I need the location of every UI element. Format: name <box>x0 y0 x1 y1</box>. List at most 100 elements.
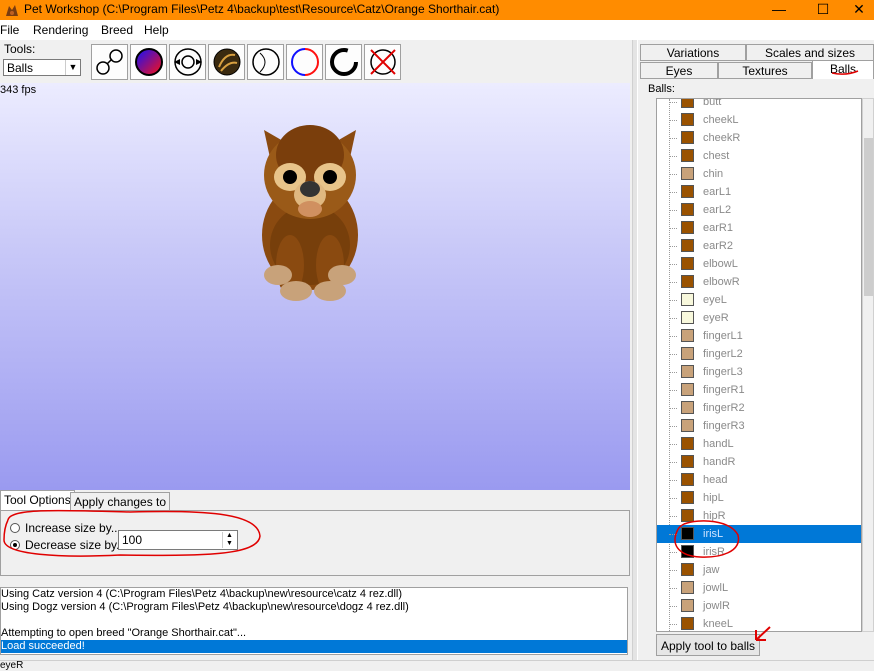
tab-variations[interactable]: Variations <box>640 44 746 61</box>
ball-color-swatch[interactable] <box>681 437 694 450</box>
ball-name-label: fingerL1 <box>703 330 743 342</box>
ball-list-item[interactable]: eyeR <box>657 309 861 327</box>
ball-list-item[interactable]: fingerL1 <box>657 327 861 345</box>
outline-tool-button[interactable] <box>247 44 284 80</box>
ball-color-swatch[interactable] <box>681 473 694 486</box>
menu-file[interactable]: File <box>0 23 19 37</box>
ball-list-item[interactable]: kneeL <box>657 615 861 631</box>
ball-list-item[interactable]: eyeL <box>657 291 861 309</box>
ball-list-item[interactable]: irisL <box>657 525 861 543</box>
ball-color-swatch[interactable] <box>681 581 694 594</box>
ball-color-swatch[interactable] <box>681 293 694 306</box>
tab-scales-and-sizes[interactable]: Scales and sizes <box>746 44 874 61</box>
ball-color-swatch[interactable] <box>681 383 694 396</box>
ball-list-item[interactable]: cheekL <box>657 111 861 129</box>
tab-eyes[interactable]: Eyes <box>640 62 718 79</box>
ball-color-swatch[interactable] <box>681 99 694 108</box>
ball-color-swatch[interactable] <box>681 365 694 378</box>
ball-color-swatch[interactable] <box>681 275 694 288</box>
ball-color-swatch[interactable] <box>681 329 694 342</box>
ball-color-swatch[interactable] <box>681 401 694 414</box>
ball-list-item[interactable]: jowlL <box>657 579 861 597</box>
ball-color-swatch[interactable] <box>681 257 694 270</box>
ball-list-item[interactable]: butt <box>657 99 861 111</box>
move-tool-button[interactable] <box>169 44 206 80</box>
color-tool-button[interactable] <box>130 44 167 80</box>
ball-list-item[interactable]: earL1 <box>657 183 861 201</box>
ball-list-item[interactable]: handR <box>657 453 861 471</box>
decrease-size-radio[interactable] <box>10 540 20 550</box>
ball-color-swatch[interactable] <box>681 599 694 612</box>
texture-tool-button[interactable] <box>208 44 245 80</box>
ball-list-item[interactable]: jaw <box>657 561 861 579</box>
ball-list-item[interactable]: fingerL2 <box>657 345 861 363</box>
connect-tool-button[interactable] <box>91 44 128 80</box>
menu-help[interactable]: Help <box>144 23 169 37</box>
chevron-down-icon[interactable]: ▼ <box>65 60 80 75</box>
balls-list[interactable]: butt cheekL cheekR chest chin earL1 earL2 earR1… <box>656 98 862 632</box>
menu-breed[interactable]: Breed <box>101 23 133 37</box>
size-amount-input[interactable]: 100 ▲ ▼ <box>118 530 238 550</box>
menu-rendering[interactable]: Rendering <box>33 23 88 37</box>
ball-list-item[interactable]: chin <box>657 165 861 183</box>
panel-splitter[interactable] <box>632 40 638 660</box>
ball-color-swatch[interactable] <box>681 419 694 432</box>
ball-color-swatch[interactable] <box>681 527 694 540</box>
ball-list-item[interactable]: hipR <box>657 507 861 525</box>
ball-list-item[interactable]: fingerR3 <box>657 417 861 435</box>
ball-color-swatch[interactable] <box>681 563 694 576</box>
ball-list-item[interactable]: jowlR <box>657 597 861 615</box>
ball-list-item[interactable]: hipL <box>657 489 861 507</box>
ball-list-item[interactable]: fingerR2 <box>657 399 861 417</box>
tab-balls[interactable]: Balls <box>812 60 874 79</box>
ball-color-swatch[interactable] <box>681 347 694 360</box>
ball-color-swatch[interactable] <box>681 491 694 504</box>
delete-tool-button[interactable] <box>364 44 401 80</box>
ball-list-item[interactable]: elbowR <box>657 273 861 291</box>
ball-color-swatch[interactable] <box>681 221 694 234</box>
ball-list-item[interactable]: fingerL3 <box>657 363 861 381</box>
ball-color-swatch[interactable] <box>681 167 694 180</box>
ball-color-swatch[interactable] <box>681 545 694 558</box>
maximize-button[interactable]: ☐ <box>806 0 840 20</box>
tool-select[interactable]: Balls ▼ <box>3 59 81 76</box>
ball-color-swatch[interactable] <box>681 455 694 468</box>
ball-list-item[interactable]: earL2 <box>657 201 861 219</box>
ball-name-label: handL <box>703 438 734 450</box>
ball-list-item[interactable]: earR1 <box>657 219 861 237</box>
ball-list-item[interactable]: elbowL <box>657 255 861 273</box>
ball-name-label: chin <box>703 168 724 180</box>
ball-list-item[interactable]: cheekR <box>657 129 861 147</box>
ball-list-item[interactable]: handL <box>657 435 861 453</box>
balls-scroll-thumb[interactable] <box>864 138 873 296</box>
ball-color-swatch[interactable] <box>681 311 694 324</box>
ball-list-item[interactable]: fingerR1 <box>657 381 861 399</box>
tab-textures[interactable]: Textures <box>718 62 812 79</box>
tab-tool-options[interactable]: Tool Options <box>0 490 75 511</box>
ball-color-swatch[interactable] <box>681 149 694 162</box>
circle-tool-button[interactable] <box>286 44 323 80</box>
tree-branch-line <box>669 354 677 355</box>
apply-tool-to-balls-button[interactable]: Apply tool to balls <box>656 634 760 656</box>
ball-list-item[interactable]: head <box>657 471 861 489</box>
increase-size-radio[interactable] <box>10 523 20 533</box>
close-button[interactable]: ✕ <box>842 0 874 20</box>
ball-color-swatch[interactable] <box>681 113 694 126</box>
tab-apply-changes-to[interactable]: Apply changes to <box>70 492 171 512</box>
minimize-button[interactable]: — <box>762 0 796 20</box>
thick-outline-tool-button[interactable] <box>325 44 362 80</box>
ball-list-item[interactable]: chest <box>657 147 861 165</box>
spinner-arrows-icon[interactable]: ▲ ▼ <box>222 532 236 548</box>
pet-viewport[interactable] <box>0 83 630 490</box>
status-bar: eyeR <box>0 660 874 671</box>
log-output[interactable]: Using Catz version 4 (C:\Program Files\P… <box>0 587 628 655</box>
ball-color-swatch[interactable] <box>681 131 694 144</box>
ball-color-swatch[interactable] <box>681 203 694 216</box>
ball-color-swatch[interactable] <box>681 239 694 252</box>
ball-list-item[interactable]: earR2 <box>657 237 861 255</box>
ball-list-item[interactable]: irisR <box>657 543 861 561</box>
ball-color-swatch[interactable] <box>681 185 694 198</box>
delete-ball-icon <box>370 49 396 75</box>
ball-color-swatch[interactable] <box>681 509 694 522</box>
ball-color-swatch[interactable] <box>681 617 694 630</box>
